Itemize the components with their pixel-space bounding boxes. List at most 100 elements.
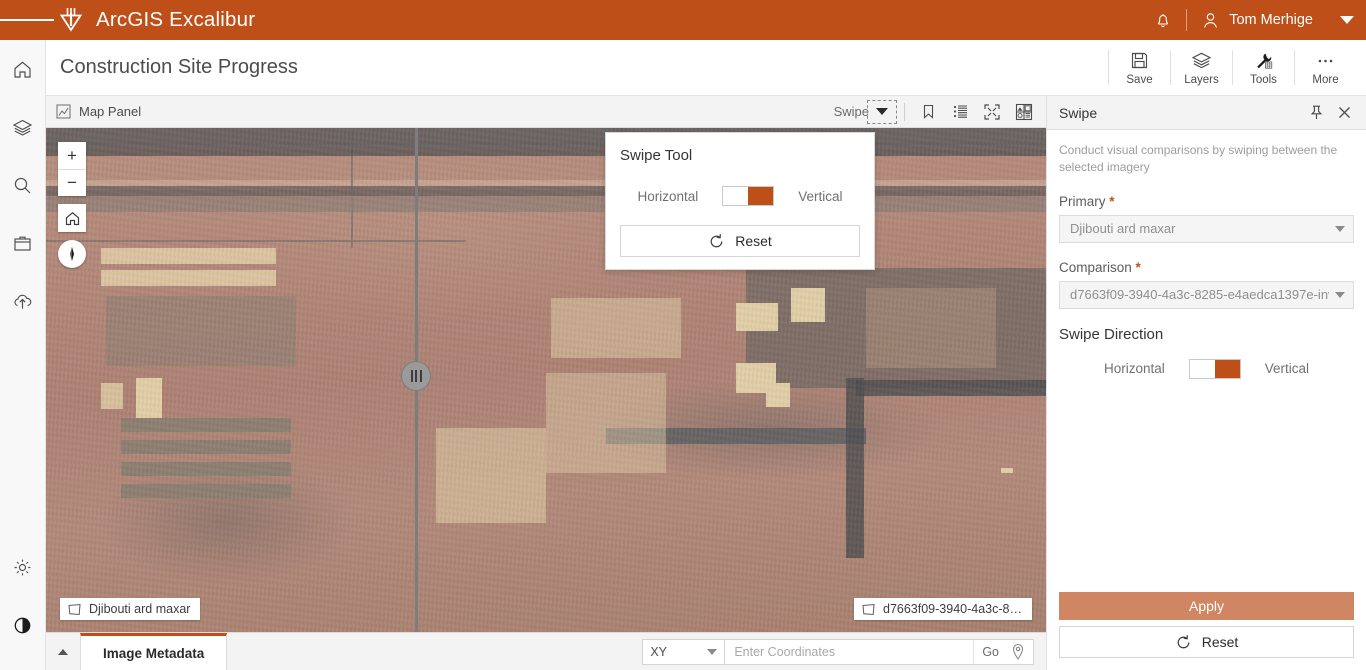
apply-button[interactable]: Apply	[1059, 592, 1354, 620]
panel-reset-button[interactable]: Reset	[1059, 626, 1354, 658]
hamburger-icon[interactable]	[0, 16, 54, 24]
layers-button[interactable]: Layers	[1171, 40, 1232, 95]
swipe-tool-popup: Swipe Tool Horizontal Vertical Reset	[605, 132, 875, 270]
ellipsis-icon	[1315, 50, 1336, 71]
chevron-up-icon	[58, 648, 68, 655]
layers-icon	[1191, 50, 1212, 71]
save-button[interactable]: Save	[1109, 40, 1170, 95]
brand-bar: ArcGIS Excalibur Tom Merhige	[0, 0, 1366, 40]
swipe-handle-icon[interactable]	[401, 361, 431, 391]
swipe-direction-row: Horizontal Vertical	[620, 186, 860, 206]
reset-circular-arrow-icon	[708, 233, 725, 250]
sidebar-item-projects[interactable]	[0, 214, 46, 272]
primary-label-text: Primary	[1059, 193, 1106, 209]
sidebar-item-settings[interactable]	[0, 538, 46, 596]
map-view[interactable]: + − Djibouti ard maxar d7663f09-3940-4a3…	[46, 128, 1046, 632]
panel-direction-toggle[interactable]	[1188, 358, 1241, 379]
more-label: More	[1312, 73, 1339, 86]
map-panel-icon	[56, 104, 71, 119]
left-rail	[0, 40, 46, 670]
coordinate-search: XY Go	[642, 638, 1034, 665]
bookmark-icon[interactable]	[912, 98, 944, 126]
legend-list-icon[interactable]	[944, 98, 976, 126]
zoom-out-button[interactable]: −	[58, 169, 86, 196]
sidebar-item-home[interactable]	[0, 40, 46, 98]
horizontal-label: Horizontal	[637, 188, 699, 204]
toolbar-divider	[904, 102, 905, 121]
user-avatar-icon	[1201, 11, 1220, 30]
sidebar-item-upload[interactable]	[0, 272, 46, 330]
fullscreen-icon[interactable]	[976, 98, 1008, 126]
primary-required-marker: *	[1109, 193, 1115, 209]
comparison-image-name: d7663f09-3940-4a3c-8…	[883, 602, 1022, 616]
map-panel-toolbar: Map Panel Swipe	[46, 96, 1046, 128]
primary-image-chip[interactable]: Djibouti ard maxar	[60, 598, 201, 620]
comparison-required-marker: *	[1135, 259, 1141, 275]
side-panel-title: Swipe	[1059, 104, 1098, 121]
user-name: Tom Merhige	[1229, 12, 1313, 28]
imagery-footprint-icon	[861, 603, 876, 616]
sidebar-item-layers[interactable]	[0, 98, 46, 156]
tab-image-metadata[interactable]: Image Metadata	[80, 633, 228, 670]
panel-vertical-label: Vertical	[1264, 361, 1310, 377]
body-split: Construction Site Progress Save Layers T…	[0, 40, 1366, 670]
excalibur-logo-icon	[54, 5, 88, 35]
save-label: Save	[1126, 73, 1153, 86]
sidebar-item-contrast[interactable]	[0, 596, 46, 654]
primary-image-name: Djibouti ard maxar	[89, 602, 191, 616]
vertical-label: Vertical	[798, 188, 843, 204]
map-panel-swipe-label[interactable]: Swipe	[834, 104, 869, 119]
compass-icon[interactable]	[58, 240, 86, 268]
bottom-bar: Image Metadata XY Go	[46, 632, 1046, 670]
coordinate-input[interactable]	[725, 639, 974, 664]
comparison-label-text: Comparison	[1059, 259, 1132, 275]
image-grid-icon[interactable]	[1008, 98, 1040, 126]
app-root: ArcGIS Excalibur Tom Merhige Constructio…	[0, 0, 1366, 670]
bell-icon[interactable]	[1140, 10, 1186, 30]
swipe-dropdown-button[interactable]	[867, 99, 897, 124]
swipe-popup-reset-button[interactable]: Reset	[620, 225, 860, 257]
location-pin-icon[interactable]	[1007, 640, 1033, 664]
user-menu[interactable]: Tom Merhige	[1187, 11, 1366, 30]
side-panel-footer: Apply Reset	[1047, 592, 1366, 670]
swipe-direction-toggle[interactable]	[722, 186, 775, 206]
bottom-bar-spacer	[227, 633, 642, 670]
swipe-popup-reset-label: Reset	[735, 233, 772, 249]
satellite-imagery	[46, 128, 1046, 632]
chevron-down-icon	[707, 648, 718, 655]
tools-label: Tools	[1250, 73, 1277, 86]
swipe-direction-title: Swipe Direction	[1059, 325, 1164, 343]
panel-direction-row: Horizontal Vertical	[1059, 358, 1354, 379]
comparison-field-label: Comparison *	[1059, 260, 1354, 275]
panel-reset-label: Reset	[1201, 634, 1239, 650]
tools-wrench-icon	[1253, 50, 1274, 71]
sidebar-item-search[interactable]	[0, 156, 46, 214]
pin-icon[interactable]	[1302, 99, 1330, 127]
comparison-select[interactable]: d7663f09-3940-4a3c-8285-e4aedca1397e-inv…	[1059, 280, 1354, 309]
comparison-image-chip[interactable]: d7663f09-3940-4a3c-8…	[854, 598, 1032, 620]
chevron-down-icon	[1340, 16, 1354, 24]
map-column: Map Panel Swipe + − Djibouti ard maxar d…	[46, 96, 1046, 670]
zoom-controls: + −	[58, 142, 86, 196]
collapse-panel-button[interactable]	[46, 633, 80, 670]
page-actions: Save Layers Tools More	[1108, 40, 1366, 95]
brand-title: ArcGIS Excalibur	[96, 8, 256, 31]
swipe-side-panel: Swipe Conduct visual comparisons by swip…	[1046, 96, 1366, 670]
coordinate-format-select[interactable]: XY	[643, 639, 726, 664]
page-header: Construction Site Progress Save Layers T…	[46, 40, 1366, 95]
coordinate-go-button[interactable]: Go	[973, 639, 1007, 664]
zoom-in-button[interactable]: +	[58, 142, 86, 169]
chevron-down-icon	[876, 108, 888, 115]
more-button[interactable]: More	[1295, 40, 1356, 95]
map-home-button[interactable]	[58, 204, 86, 232]
swipe-tool-title: Swipe Tool	[620, 147, 693, 164]
comparison-select-value: d7663f09-3940-4a3c-8285-e4aedca1397e-inv…	[1070, 287, 1329, 303]
tools-button[interactable]: Tools	[1233, 40, 1294, 95]
map-panel-title: Map Panel	[79, 104, 142, 119]
close-icon[interactable]	[1330, 99, 1358, 127]
side-panel-header: Swipe	[1047, 96, 1366, 130]
map-area: Map Panel Swipe + − Djibouti ard maxar d…	[46, 95, 1366, 670]
primary-select-value: Djibouti ard maxar	[1070, 221, 1176, 237]
reset-circular-arrow-icon	[1175, 634, 1192, 651]
primary-select[interactable]: Djibouti ard maxar	[1059, 214, 1354, 243]
